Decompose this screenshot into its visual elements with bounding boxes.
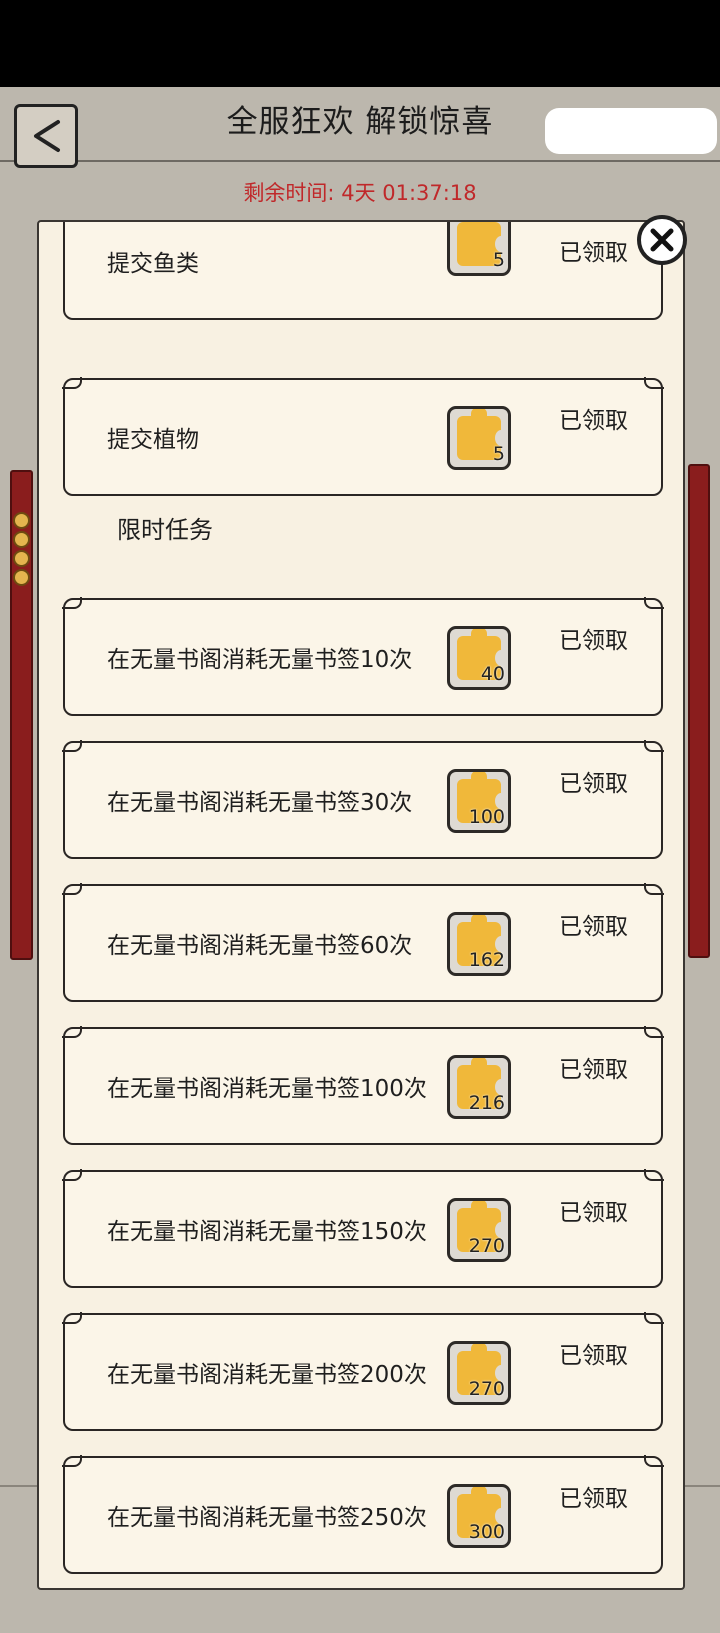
reward-slot[interactable]: 300 [447, 1484, 511, 1548]
left-scroll-decoration [10, 470, 33, 960]
task-name: 在无量书阁消耗无量书签250次 [107, 1505, 427, 1531]
coin-icon [13, 531, 30, 548]
reward-count: 40 [480, 663, 505, 685]
task-card: 提交鱼类 5 已领取 [63, 222, 663, 320]
task-name: 在无量书阁消耗无量书签30次 [107, 790, 413, 816]
countdown: 剩余时间: 4天 01:37:18 [0, 177, 720, 207]
reward-count: 270 [468, 1378, 505, 1400]
right-scroll-decoration [688, 464, 710, 958]
coin-icon [13, 512, 30, 529]
reward-count: 216 [468, 1092, 505, 1114]
claim-status: 已领取 [559, 628, 628, 654]
reward-slot[interactable]: 270 [447, 1341, 511, 1405]
task-name: 提交鱼类 [107, 251, 199, 277]
task-card: 在无量书阁消耗无量书签60次 162 已领取 [62, 883, 664, 1002]
task-panel[interactable]: 提交鱼类 5 已领取 提交植物 5 已领取 限时任务 在无量书阁消耗无量书签10… [37, 220, 685, 1590]
task-name: 在无量书阁消耗无量书签60次 [107, 933, 413, 959]
claim-status: 已领取 [559, 240, 628, 266]
task-card: 提交植物 5 已领取 [62, 377, 664, 496]
task-name: 在无量书阁消耗无量书签150次 [107, 1219, 427, 1245]
user-info-pill[interactable] [545, 108, 717, 154]
system-status-bar [0, 0, 720, 87]
reward-slot[interactable]: 5 [447, 222, 511, 276]
task-card: 在无量书阁消耗无量书签10次 40 已领取 [62, 597, 664, 716]
claim-status: 已领取 [559, 1486, 628, 1512]
reward-slot[interactable]: 100 [447, 769, 511, 833]
section-title-limited: 限时任务 [117, 516, 213, 544]
reward-count: 270 [468, 1235, 505, 1257]
task-name: 在无量书阁消耗无量书签100次 [107, 1076, 427, 1102]
task-card: 在无量书阁消耗无量书签250次 300 已领取 [62, 1455, 664, 1574]
close-icon [650, 228, 674, 252]
claim-status: 已领取 [559, 1057, 628, 1083]
reward-slot[interactable]: 5 [447, 406, 511, 470]
reward-slot[interactable]: 40 [447, 626, 511, 690]
task-card: 在无量书阁消耗无量书签100次 216 已领取 [62, 1026, 664, 1145]
claim-status: 已领取 [559, 914, 628, 940]
task-card: 在无量书阁消耗无量书签30次 100 已领取 [62, 740, 664, 859]
claim-status: 已领取 [559, 408, 628, 434]
coin-icon [13, 569, 30, 586]
claim-status: 已领取 [559, 771, 628, 797]
task-card: 在无量书阁消耗无量书签200次 270 已领取 [62, 1312, 664, 1431]
reward-count: 5 [492, 443, 505, 465]
task-name: 提交植物 [107, 427, 199, 453]
reward-count: 5 [492, 249, 505, 271]
coin-stack [13, 512, 30, 588]
task-card: 在无量书阁消耗无量书签150次 270 已领取 [62, 1169, 664, 1288]
countdown-label: 剩余时间: [243, 181, 335, 205]
claim-status: 已领取 [559, 1200, 628, 1226]
reward-count: 300 [468, 1521, 505, 1543]
coin-icon [13, 550, 30, 567]
claim-status: 已领取 [559, 1343, 628, 1369]
reward-slot[interactable]: 270 [447, 1198, 511, 1262]
task-name: 在无量书阁消耗无量书签200次 [107, 1362, 427, 1388]
reward-count: 162 [468, 949, 505, 971]
top-divider [0, 160, 720, 162]
task-name: 在无量书阁消耗无量书签10次 [107, 647, 413, 673]
countdown-value: 4天 01:37:18 [341, 181, 477, 205]
close-button[interactable] [637, 215, 687, 265]
reward-slot[interactable]: 162 [447, 912, 511, 976]
reward-slot[interactable]: 216 [447, 1055, 511, 1119]
reward-count: 100 [468, 806, 505, 828]
